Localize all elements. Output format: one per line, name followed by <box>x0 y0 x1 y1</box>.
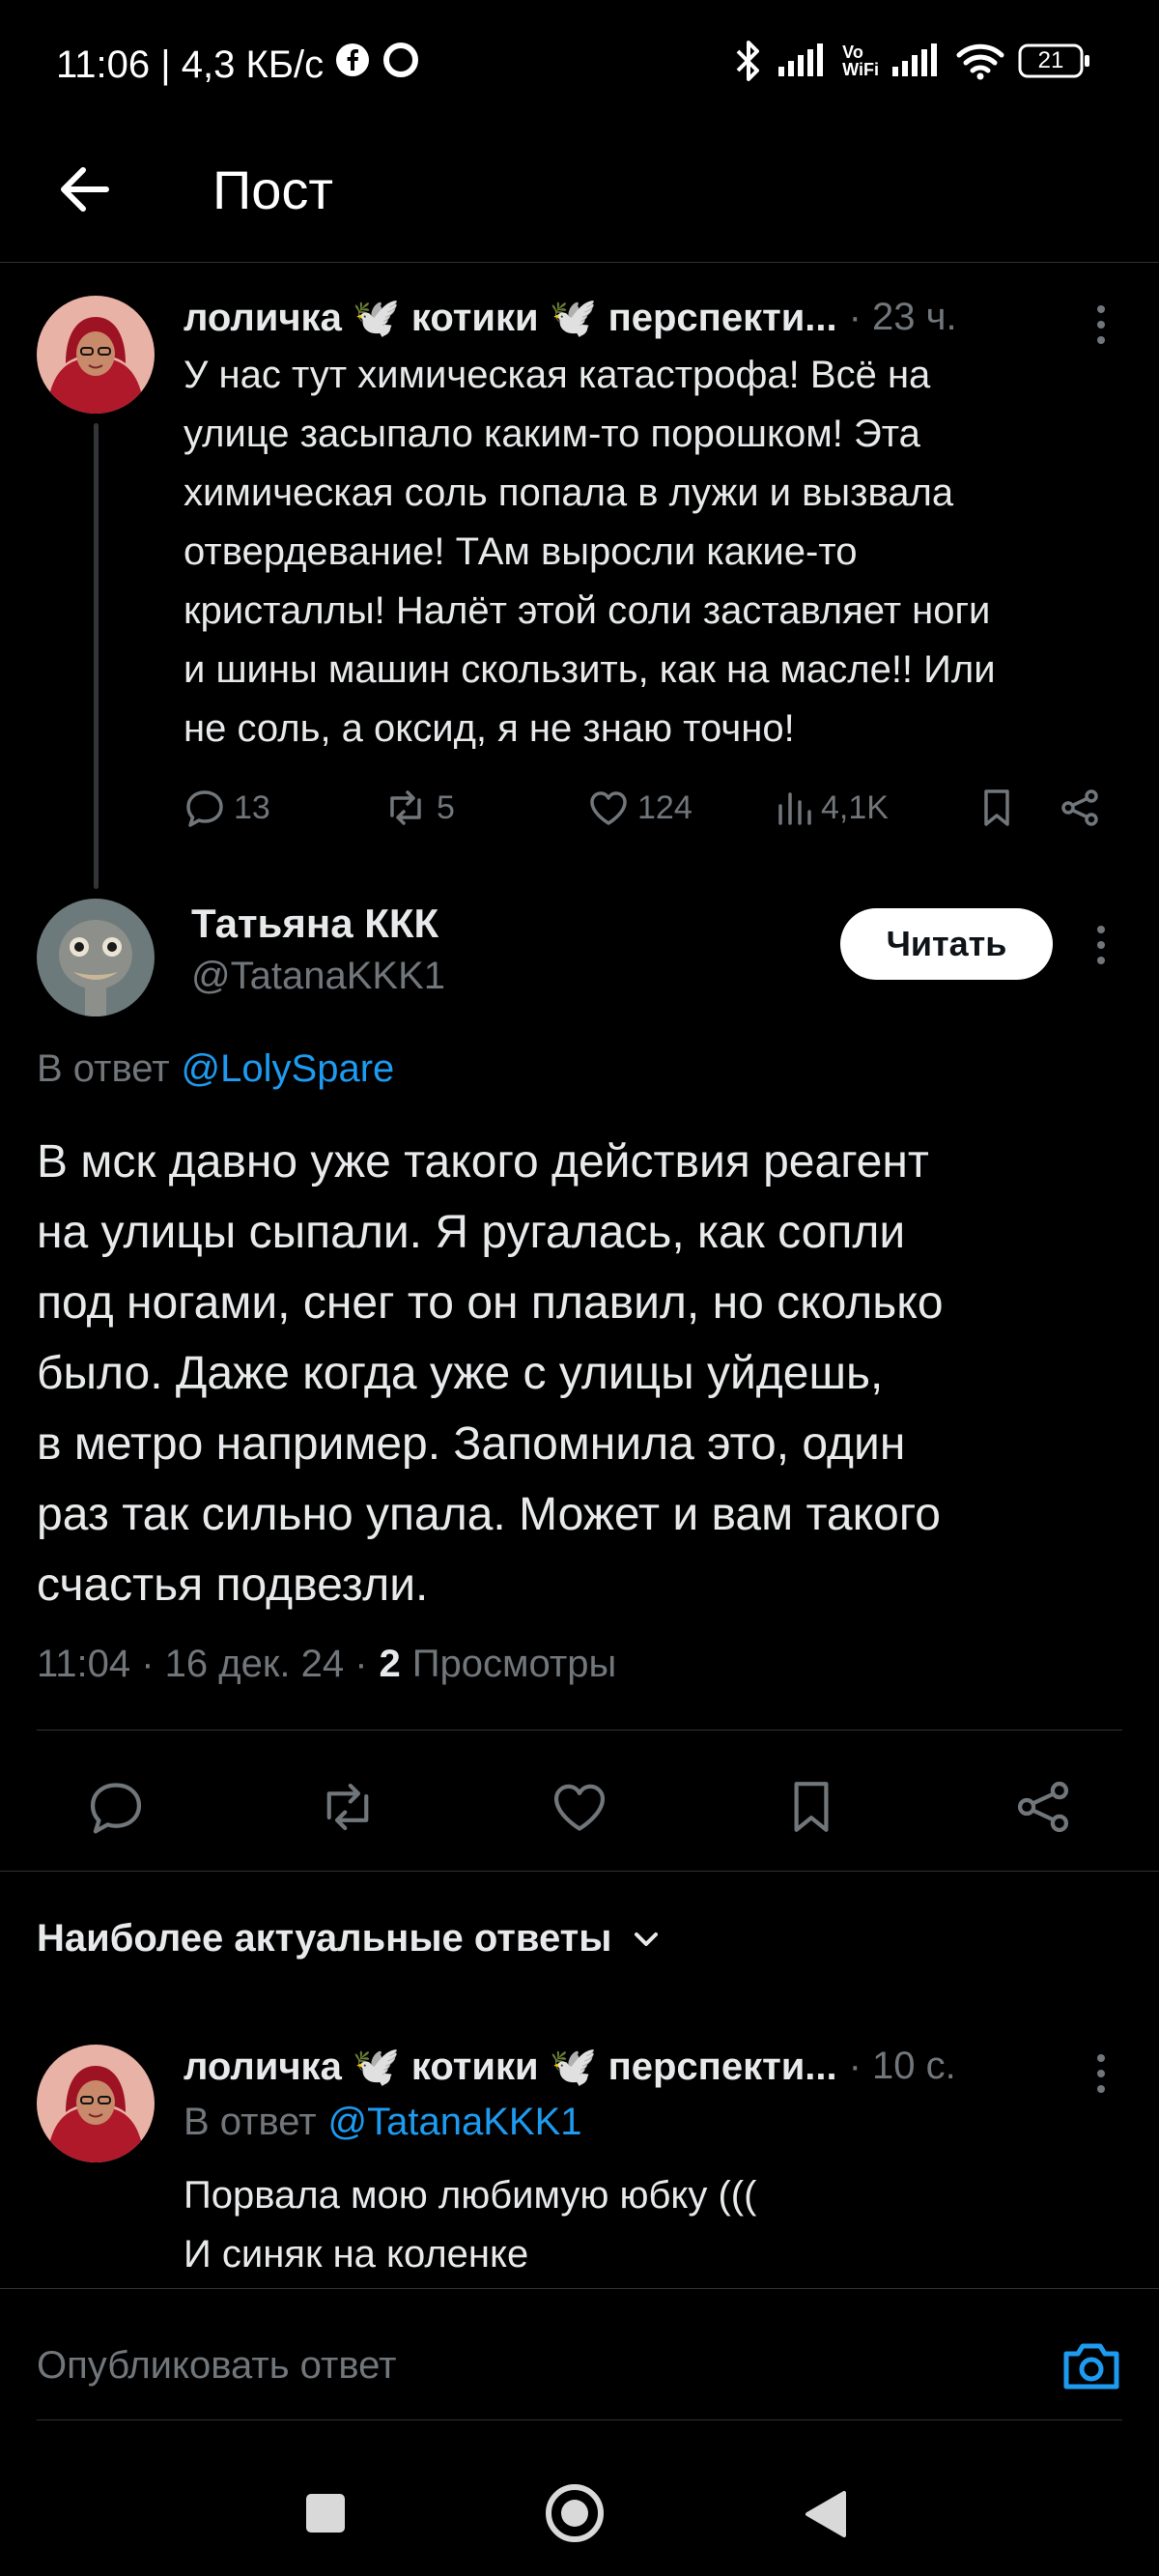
reply-to: В ответ @LolySpare <box>37 1047 395 1091</box>
repost-icon <box>326 1783 369 1831</box>
avatar-woman-icon <box>37 2045 155 2162</box>
camera-button[interactable] <box>1053 2329 1130 2406</box>
triangle-back-icon <box>806 2491 846 2537</box>
more-button[interactable] <box>1082 296 1120 354</box>
divider <box>37 1730 1122 1731</box>
avatar-woman-icon <box>37 296 155 414</box>
heart-icon <box>553 1784 606 1831</box>
avatar-ostrich-icon <box>37 899 155 1016</box>
battery-icon: 21 <box>1018 43 1091 78</box>
divider <box>37 2419 1122 2420</box>
reply-input[interactable]: Опубликовать ответ <box>37 2344 396 2388</box>
avatar[interactable] <box>37 899 155 1016</box>
post-meta: 11:04 · 16 дек. 24 · 2 Просмотры <box>37 1643 617 1685</box>
system-nav-bar <box>0 2454 1159 2576</box>
arrow-left-icon <box>61 167 109 212</box>
more-button[interactable] <box>1082 2045 1120 2103</box>
thread-line <box>94 423 99 889</box>
vowifi-icon: Vo WiFi <box>842 43 879 79</box>
more-dots-icon <box>1097 2054 1105 2093</box>
reply-to-link[interactable]: @LolySpare <box>182 1047 395 1091</box>
more-dots-icon <box>1097 305 1105 344</box>
reply1-author[interactable]: лоличка 🕊️ котики 🕊️ перспекти... <box>184 2044 837 2089</box>
comment-icon <box>90 1783 142 1834</box>
repost-icon <box>390 790 421 825</box>
signal-icon <box>778 43 829 78</box>
post1-author[interactable]: лоличка 🕊️ котики 🕊️ перспекти... <box>184 295 837 340</box>
reply1-reply-to: В ответ @TatanaKKK1 <box>184 2101 582 2144</box>
share-button[interactable] <box>1004 1768 1082 1846</box>
sort-dropdown[interactable]: Наиболее актуальные ответы <box>37 1917 664 1961</box>
share-icon <box>1061 789 1098 826</box>
views-button[interactable]: 4,1K <box>775 781 889 835</box>
post1-header: лоличка 🕊️ котики 🕊️ перспекти... · 23 ч… <box>184 290 1053 344</box>
post1-time: · 23 ч. <box>848 295 957 338</box>
reply1-header: лоличка 🕊️ котики 🕊️ перспекти... · 10 с… <box>184 2039 1053 2093</box>
like-button[interactable]: 124 <box>587 781 693 835</box>
post-actions <box>0 1759 1159 1846</box>
more-button[interactable] <box>1082 916 1120 974</box>
share-button[interactable] <box>1059 781 1101 835</box>
reply-to-link[interactable]: @TatanaKKK1 <box>328 2101 582 2144</box>
avatar[interactable] <box>37 2045 155 2162</box>
top-header: Пост <box>0 126 1159 263</box>
bluetooth-icon <box>732 40 765 82</box>
comment-icon <box>186 790 223 827</box>
status-icons: Vo WiFi 21 <box>732 37 1091 85</box>
back-button[interactable] <box>50 155 120 224</box>
divider <box>0 2288 1159 2289</box>
status-bar: 11:06 | 4,3 КБ/с Vo WiFi 21 <box>0 0 1159 126</box>
wifi-icon <box>956 42 1004 80</box>
repost-button[interactable]: 5 <box>382 781 455 835</box>
square-icon <box>306 2494 345 2533</box>
recents-button[interactable] <box>303 2491 348 2540</box>
views-count: 2 <box>379 1643 401 1685</box>
heart-icon <box>590 791 627 825</box>
more-dots-icon <box>1097 926 1105 964</box>
chevron-down-icon <box>635 1932 659 1946</box>
divider <box>0 1871 1159 1872</box>
page-title: Пост <box>212 159 334 220</box>
back-nav-button[interactable] <box>802 2487 850 2546</box>
reply-button[interactable] <box>77 1768 155 1846</box>
home-button[interactable] <box>543 2481 607 2550</box>
share-icon <box>1017 1781 1069 1833</box>
bookmark-icon <box>984 789 1009 826</box>
avatar[interactable] <box>37 296 155 414</box>
home-circle-icon <box>546 2484 604 2542</box>
post1-actions: 13 5 124 4,1K <box>184 781 1111 835</box>
bookmark-button[interactable] <box>773 1768 850 1846</box>
bookmark-button[interactable] <box>977 781 1016 835</box>
status-time: 11:06 | 4,3 КБ/с <box>56 41 420 89</box>
author-handle[interactable]: @TatanaKKK1 <box>191 955 445 998</box>
like-button[interactable] <box>541 1768 618 1846</box>
views-chart-icon <box>778 792 811 825</box>
record-icon <box>382 41 420 89</box>
reply1-text: Порвала мою любимую юбку ((( И синяк на … <box>184 2174 757 2275</box>
bookmark-icon <box>794 1782 829 1832</box>
reply-button[interactable]: 13 <box>184 781 270 835</box>
repost-button[interactable] <box>309 1768 386 1846</box>
post-text: В мск давно уже такого действия реагент … <box>37 1136 944 1611</box>
facebook-icon <box>335 43 370 87</box>
camera-icon <box>1063 2343 1119 2390</box>
author-name[interactable]: Татьяна ККК <box>191 901 438 947</box>
signal-icon-2 <box>892 43 943 78</box>
follow-button[interactable]: Читать <box>840 908 1053 980</box>
post1-text: У нас тут химическая катастрофа! Всё на … <box>184 354 996 750</box>
reply1-time: · 10 с. <box>848 2044 956 2087</box>
